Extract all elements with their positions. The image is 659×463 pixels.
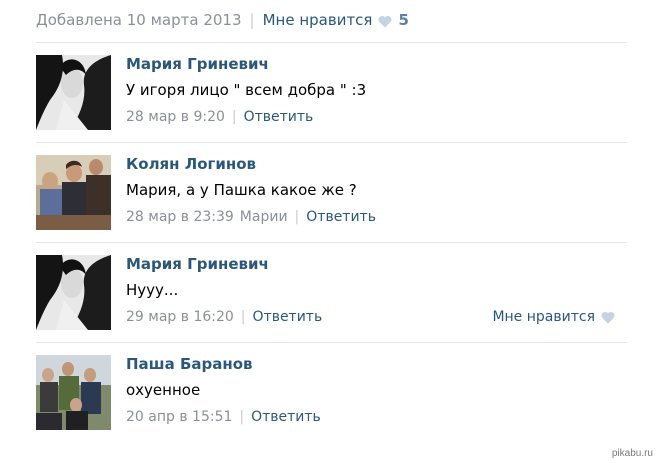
comment-time[interactable]: 20 апр в 15:51 [126, 409, 232, 425]
comment-like-button[interactable]: Мне нравится [492, 309, 615, 325]
separator: | [249, 11, 255, 29]
comment-author[interactable]: Паша Баранов [126, 355, 253, 373]
divider [36, 142, 627, 143]
post-info-bar: Добавлена 10 марта 2013 | Мне нравится 5 [36, 10, 409, 30]
reply-button[interactable]: Ответить [251, 409, 321, 425]
comment-author[interactable]: Мария Гриневич [126, 55, 269, 73]
comment-author[interactable]: Мария Гриневич [126, 255, 269, 273]
comment-meta: 28 мар в 9:20 | Ответить [126, 109, 313, 125]
avatar[interactable] [36, 355, 111, 430]
heart-icon[interactable] [378, 14, 392, 27]
watermark: pikabu.ru [611, 448, 653, 459]
divider [36, 42, 627, 43]
separator: | [239, 409, 245, 425]
heart-icon[interactable] [601, 311, 615, 324]
comment: Колян Логинов Мария, а у Пашка какое же … [36, 155, 627, 231]
avatar[interactable] [36, 155, 111, 230]
comment: Мария Гриневич Нууу... 29 мар в 16:20 | … [36, 255, 627, 331]
reply-button[interactable]: Ответить [306, 209, 376, 225]
reply-button[interactable]: Ответить [253, 309, 323, 325]
comment-time[interactable]: 28 мар в 9:20 [126, 109, 225, 125]
comment-text: охуенное [126, 381, 201, 399]
comment-text: Мария, а у Пашка какое же ? [126, 181, 357, 199]
comment-author[interactable]: Колян Логинов [126, 155, 256, 173]
comment-meta: 20 апр в 15:51 | Ответить [126, 409, 321, 425]
comment: Паша Баранов охуенное 20 апр в 15:51 | О… [36, 355, 627, 431]
separator: | [231, 109, 237, 125]
divider [36, 342, 627, 343]
post-like-button[interactable]: Мне нравится [263, 11, 373, 29]
separator: | [294, 209, 300, 225]
comment: Мария Гриневич У игоря лицо " всем добра… [36, 55, 627, 131]
reply-button[interactable]: Ответить [244, 109, 314, 125]
avatar[interactable] [36, 255, 111, 330]
reply-to-name[interactable]: Марии [240, 209, 288, 225]
comment-text: Нууу... [126, 281, 179, 299]
separator: | [240, 309, 246, 325]
comment-meta: 28 мар в 23:39 Марии | Ответить [126, 209, 376, 225]
divider [36, 242, 627, 243]
comment-like-label[interactable]: Мне нравится [492, 309, 595, 325]
avatar[interactable] [36, 55, 111, 130]
post-like-count: 5 [398, 11, 409, 29]
comment-meta: 29 мар в 16:20 | Ответить [126, 309, 322, 325]
comment-time[interactable]: 29 мар в 16:20 [126, 309, 234, 325]
comment-time[interactable]: 28 мар в 23:39 [126, 209, 234, 225]
added-date: Добавлена 10 марта 2013 [36, 11, 242, 29]
comment-text: У игоря лицо " всем добра " :3 [126, 81, 367, 99]
